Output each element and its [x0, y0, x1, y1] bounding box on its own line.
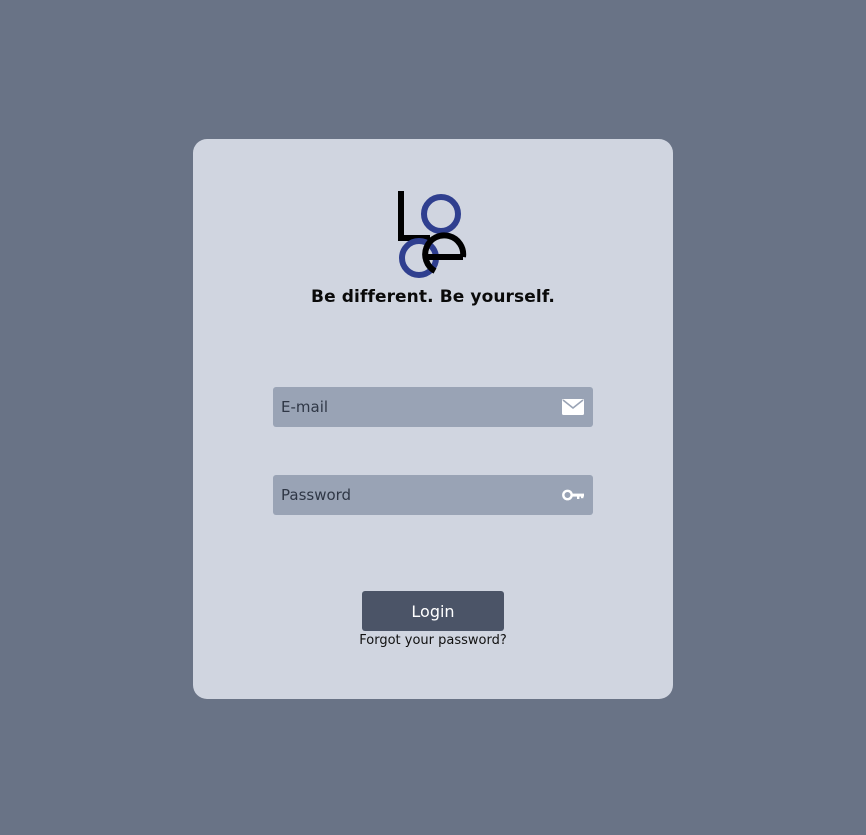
- logo-letter-o-top: [421, 194, 461, 234]
- password-field[interactable]: [273, 475, 593, 515]
- mail-icon: [562, 399, 584, 415]
- password-input[interactable]: [273, 475, 593, 515]
- logo-letter-g: [422, 232, 467, 274]
- login-button[interactable]: Login: [362, 591, 504, 631]
- email-input[interactable]: [273, 387, 593, 427]
- email-field[interactable]: [273, 387, 593, 427]
- forgot-password-link[interactable]: Forgot your password?: [193, 633, 673, 648]
- key-icon: [562, 489, 584, 501]
- login-card: Be different. Be yourself. Login Forgot …: [193, 139, 673, 699]
- logo: [398, 191, 467, 278]
- tagline: Be different. Be yourself.: [311, 287, 555, 307]
